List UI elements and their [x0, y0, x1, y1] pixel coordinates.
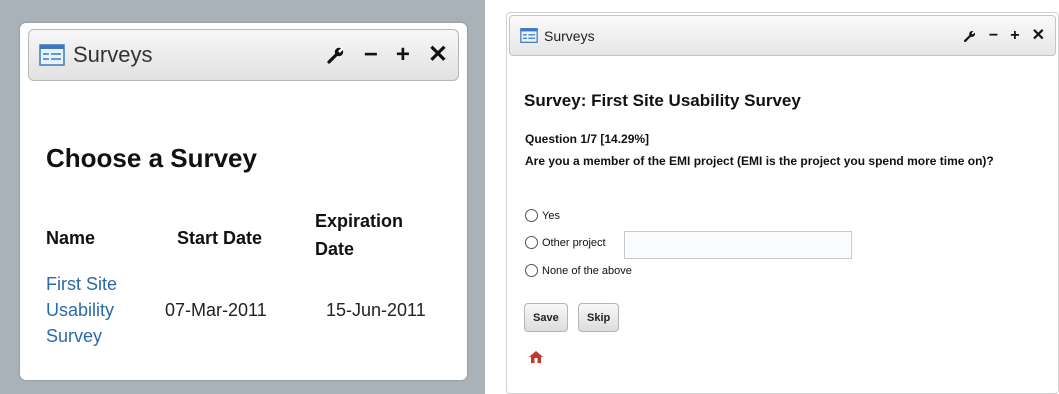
portlet-title: Surveys: [73, 42, 153, 67]
portlet-titlebar: Surveys − + ✕: [509, 15, 1056, 56]
portlet-title: Surveys: [544, 27, 595, 44]
question-progress: Question 1/7 [14.29%]: [525, 132, 650, 146]
survey-name-line: Survey: [46, 326, 103, 346]
portlet-titlebar: Surveys − + ✕: [28, 29, 459, 81]
maximize-icon[interactable]: +: [1010, 27, 1019, 44]
question-text: Are you a member of the EMI project (EMI…: [525, 154, 994, 168]
save-button[interactable]: Save: [524, 303, 568, 332]
option-other-project[interactable]: Other project: [525, 236, 606, 249]
option-other-project-label: Other project: [542, 236, 606, 249]
survey-name-line: First Site: [46, 274, 118, 294]
option-none[interactable]: None of the above: [525, 264, 632, 277]
survey-expiration-date: 15-Jun-2011: [326, 300, 426, 320]
radio-none[interactable]: [525, 264, 538, 277]
skip-button[interactable]: Skip: [578, 303, 620, 332]
survey-title: Survey: First Site Usability Survey: [524, 91, 801, 110]
window-list-icon: [520, 28, 538, 43]
survey-start-date: 07-Mar-2011: [165, 300, 267, 320]
column-header-start-date: Start Date: [177, 228, 263, 248]
minimize-icon[interactable]: −: [989, 27, 998, 44]
radio-other-project[interactable]: [525, 236, 538, 249]
window-list-icon: [39, 44, 65, 66]
expiration-header-line1: Expiration: [315, 211, 404, 231]
close-icon[interactable]: ✕: [1032, 27, 1045, 44]
option-yes[interactable]: Yes: [525, 209, 560, 222]
option-none-label: None of the above: [542, 264, 632, 277]
wrench-icon[interactable]: [326, 45, 346, 65]
radio-yes[interactable]: [525, 209, 538, 222]
wrench-icon[interactable]: [963, 29, 977, 43]
surveys-portlet-small: Surveys − + ✕ Survey: First Site Usabili…: [506, 12, 1059, 394]
option-yes-label: Yes: [542, 209, 560, 222]
choose-survey-heading: Choose a Survey: [46, 143, 257, 173]
survey-name-line: Usability: [46, 300, 115, 320]
column-header-name: Name: [46, 228, 96, 248]
home-icon[interactable]: [528, 350, 544, 364]
portlet-controls: − + ✕: [326, 43, 448, 67]
close-icon[interactable]: ✕: [428, 43, 448, 67]
minimize-icon[interactable]: −: [364, 43, 378, 67]
other-project-input[interactable]: [624, 231, 852, 259]
maximize-icon[interactable]: +: [396, 43, 410, 67]
portlet-controls: − + ✕: [963, 27, 1045, 44]
column-header-expiration-date: Expiration Date: [315, 208, 403, 262]
survey-link-first-site-usability[interactable]: First Site Usability Survey: [46, 271, 117, 349]
expiration-header-line2: Date: [315, 239, 355, 259]
